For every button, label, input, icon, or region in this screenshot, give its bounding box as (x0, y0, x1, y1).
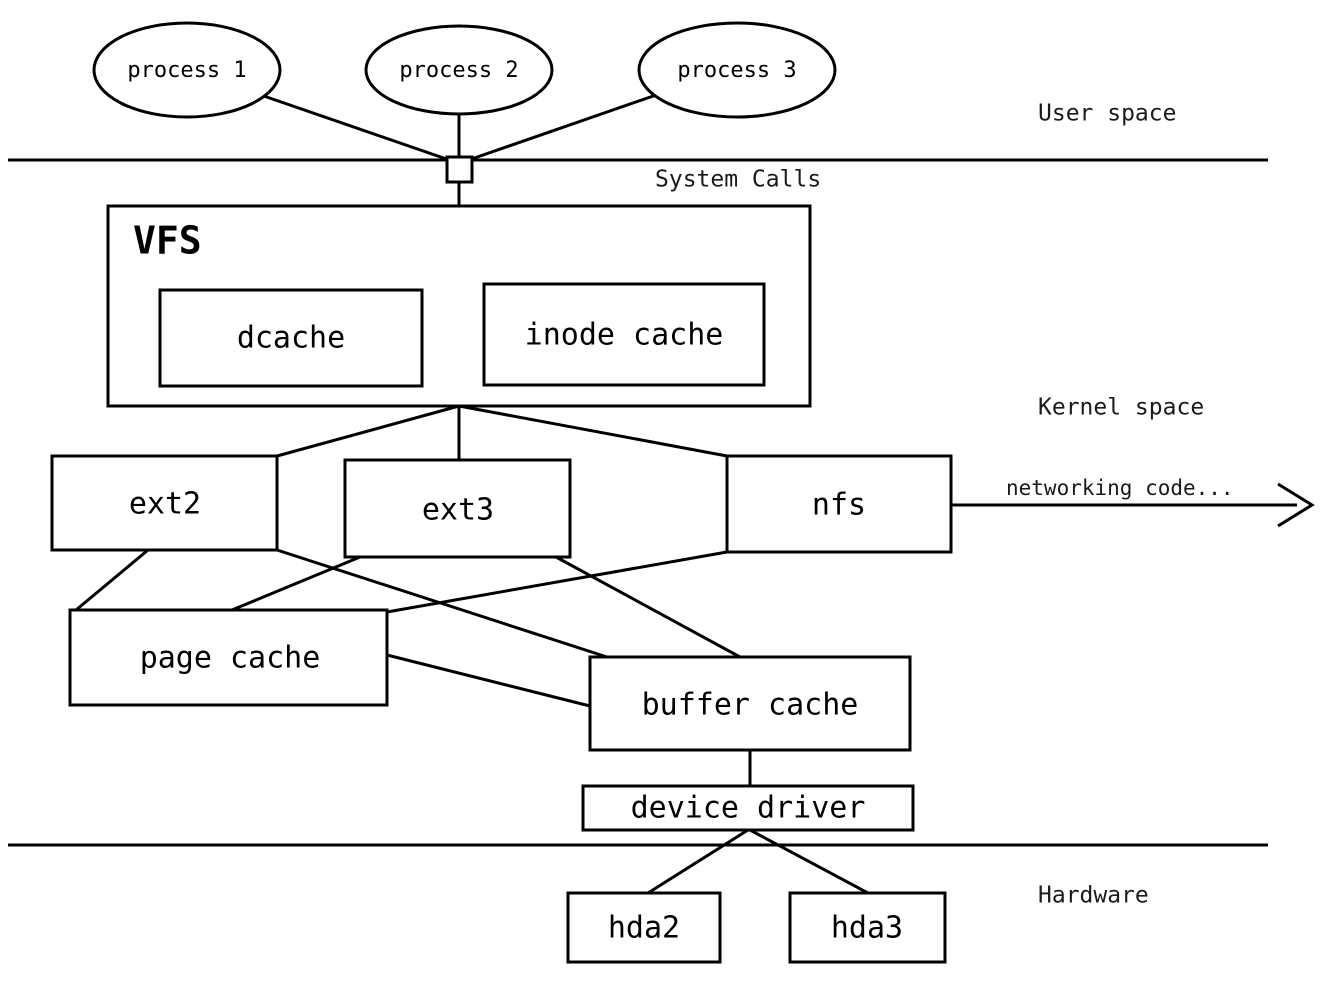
user-space-label: User space (1038, 101, 1176, 127)
edge-devicedriver-hda2 (647, 828, 749, 895)
dcache-node[interactable]: dcache (158, 288, 424, 388)
process-1-node[interactable]: process 1 (92, 21, 282, 119)
page-cache-label: page cache (140, 641, 321, 676)
page-cache-node[interactable]: page cache (68, 608, 389, 707)
edge-devicedriver-hda3 (749, 828, 869, 895)
kernel-space-label: Kernel space (1038, 395, 1204, 421)
edge-ext2-pagecache (75, 548, 149, 612)
process-1-label: process 1 (127, 58, 246, 83)
ext3-label: ext3 (422, 493, 494, 528)
vfs-label: VFS (133, 219, 202, 263)
hardware-label: Hardware (1038, 883, 1149, 909)
disk-nodes: hda2 hda3 (566, 891, 947, 964)
system-calls-junction-square[interactable] (445, 155, 474, 184)
process-nodes: process 1 process 2 process 3 (92, 21, 837, 119)
hda2-label: hda2 (608, 911, 680, 946)
ext2-node[interactable]: ext2 (50, 454, 279, 552)
edge-vfs-ext2 (276, 404, 460, 458)
process-3-node[interactable]: process 3 (637, 21, 837, 119)
inode-cache-label: inode cache (525, 318, 724, 353)
vfs-architecture-diagram: process 1 process 2 process 3 VFS dcache (0, 0, 1340, 986)
system-calls-label: System Calls (655, 167, 821, 193)
buffer-cache-node[interactable]: buffer cache (588, 655, 912, 752)
ext3-node[interactable]: ext3 (343, 458, 572, 559)
inode-cache-node[interactable]: inode cache (482, 282, 766, 387)
edge-pagecache-buffercache (386, 653, 591, 708)
filesystem-nodes: ext2 ext3 nfs (50, 454, 953, 559)
hda2-node[interactable]: hda2 (566, 891, 722, 964)
process-3-label: process 3 (677, 58, 796, 83)
edge-nfs-pagecache (386, 550, 728, 614)
dcache-label: dcache (237, 321, 345, 356)
hda3-label: hda3 (831, 911, 903, 946)
device-driver-node[interactable]: device driver (581, 784, 915, 832)
networking-code-label: networking code... (1006, 476, 1234, 500)
process-2-label: process 2 (399, 58, 518, 83)
device-driver-label: device driver (631, 791, 866, 826)
buffer-cache-label: buffer cache (642, 688, 859, 723)
vfs-node[interactable]: VFS dcache inode cache (106, 204, 812, 408)
nfs-label: nfs (812, 488, 866, 523)
edge-ext3-buffercache (555, 555, 741, 659)
edge-vfs-nfs (458, 404, 728, 458)
nfs-node[interactable]: nfs (725, 454, 953, 554)
edge-ext3-pagecache (231, 555, 361, 612)
diagram-canvas: process 1 process 2 process 3 VFS dcache (8, 21, 1315, 964)
process-2-node[interactable]: process 2 (364, 24, 554, 116)
ext2-label: ext2 (129, 487, 201, 522)
hda3-node[interactable]: hda3 (788, 891, 947, 964)
